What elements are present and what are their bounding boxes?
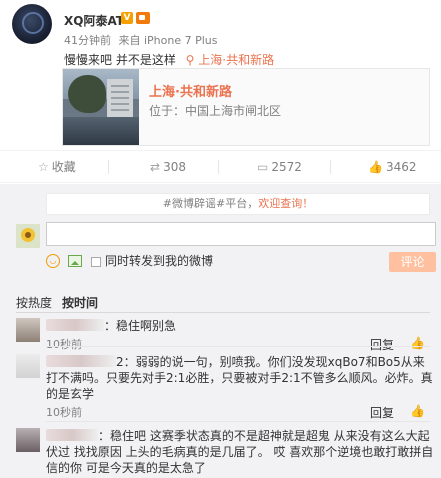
emoji-icon[interactable]: ◡ (46, 254, 60, 268)
comment-sort: 按热度 按时间 (16, 294, 98, 311)
sort-by-time[interactable]: 按时间 (62, 296, 98, 310)
username[interactable]: XQ阿泰AT (64, 12, 124, 29)
location-card-subtitle: 位于：中国上海市闸北区 (149, 104, 282, 118)
submit-comment-button[interactable]: 评论 (389, 252, 436, 272)
comment-body: ：稳住啊别急 (46, 318, 434, 334)
comment-tools: ◡ 同时转发到我的微博 评论 (46, 252, 436, 272)
comment-input[interactable] (46, 222, 436, 246)
commenter-avatar[interactable] (16, 354, 40, 378)
comment-time: 10秒前 (46, 338, 82, 351)
repost-checkbox-label[interactable]: 同时转发到我的微博 (105, 254, 213, 268)
comment-body: 2：弱弱的说一句，别喷我。你们没发现xqBo7和Bo5从来打不满吗。只要先对手2… (46, 355, 433, 401)
thumbs-up-icon: 👍 (368, 160, 383, 174)
comment-like-icon[interactable]: 👍 (410, 404, 425, 418)
location-thumbnail[interactable] (63, 69, 139, 145)
location-pin-icon: ⚲ (185, 53, 195, 67)
post-meta: 41分钟前 来自 iPhone 7 Plus (64, 32, 218, 48)
comment-icon: ▭ (257, 160, 269, 174)
repost-icon: ⇄ (150, 160, 161, 174)
repost-button[interactable]: ⇄ 308 (150, 151, 186, 183)
commenter-avatar[interactable] (16, 318, 40, 342)
reply-button[interactable]: 回复 (370, 404, 394, 421)
reply-button[interactable]: 回复 (370, 336, 394, 353)
sort-by-hot[interactable]: 按热度 (16, 296, 52, 310)
image-icon[interactable] (68, 255, 82, 267)
post-content: 慢慢来吧 并不是这样 ⚲ 上海·共和新路 (64, 51, 274, 68)
commenter-name-blurred[interactable] (46, 319, 104, 331)
member-badge-icon[interactable] (136, 12, 150, 24)
comment-like-icon[interactable]: 👍 (410, 336, 425, 350)
repost-checkbox[interactable] (91, 257, 101, 267)
location-link[interactable]: ⚲ 上海·共和新路 (186, 53, 274, 67)
favorite-button[interactable]: ☆ 收藏 (38, 151, 76, 183)
like-button[interactable]: 👍 3462 (368, 151, 417, 183)
commenter-name-blurred[interactable] (46, 355, 116, 367)
rumor-notice: #微博辟谣#平台，欢迎查询！ (46, 193, 430, 215)
location-card[interactable]: 上海·共和新路 位于：中国上海市闸北区 (62, 68, 430, 146)
comment-section: #微博辟谣#平台，欢迎查询！ ◡ 同时转发到我的微博 评论 按热度 按时间 ：稳住… (0, 184, 441, 478)
post-actions-bar: ☆ 收藏 ⇄ 308 ▭ 2572 👍 3462 (0, 150, 441, 183)
comment-button[interactable]: ▭ 2572 (257, 151, 302, 183)
post-time[interactable]: 41分钟前 (64, 34, 111, 47)
post-source: 来自 iPhone 7 Plus (118, 34, 218, 47)
notice-text: #微博辟谣#平台， (162, 197, 259, 210)
commenter-name-blurred[interactable] (46, 429, 98, 441)
post-text: 慢慢来吧 并不是这样 (64, 53, 176, 67)
weibo-post: XQ阿泰AT V 41分钟前 来自 iPhone 7 Plus 慢慢来吧 并不是… (0, 0, 441, 190)
comment-body: ：稳住吧 这赛季状态真的不是超神就是超鬼 从来没有这么大起伏过 找找原因 上头的… (46, 429, 434, 475)
commenter-avatar[interactable] (16, 428, 40, 452)
my-avatar (16, 224, 40, 248)
user-avatar[interactable] (12, 4, 52, 44)
location-card-title[interactable]: 上海·共和新路 (149, 81, 232, 100)
notice-link[interactable]: 欢迎查询！ (258, 197, 313, 210)
comment-time: 10秒前 (46, 406, 82, 419)
star-icon: ☆ (38, 160, 49, 174)
verified-badge-icon: V (121, 12, 133, 24)
